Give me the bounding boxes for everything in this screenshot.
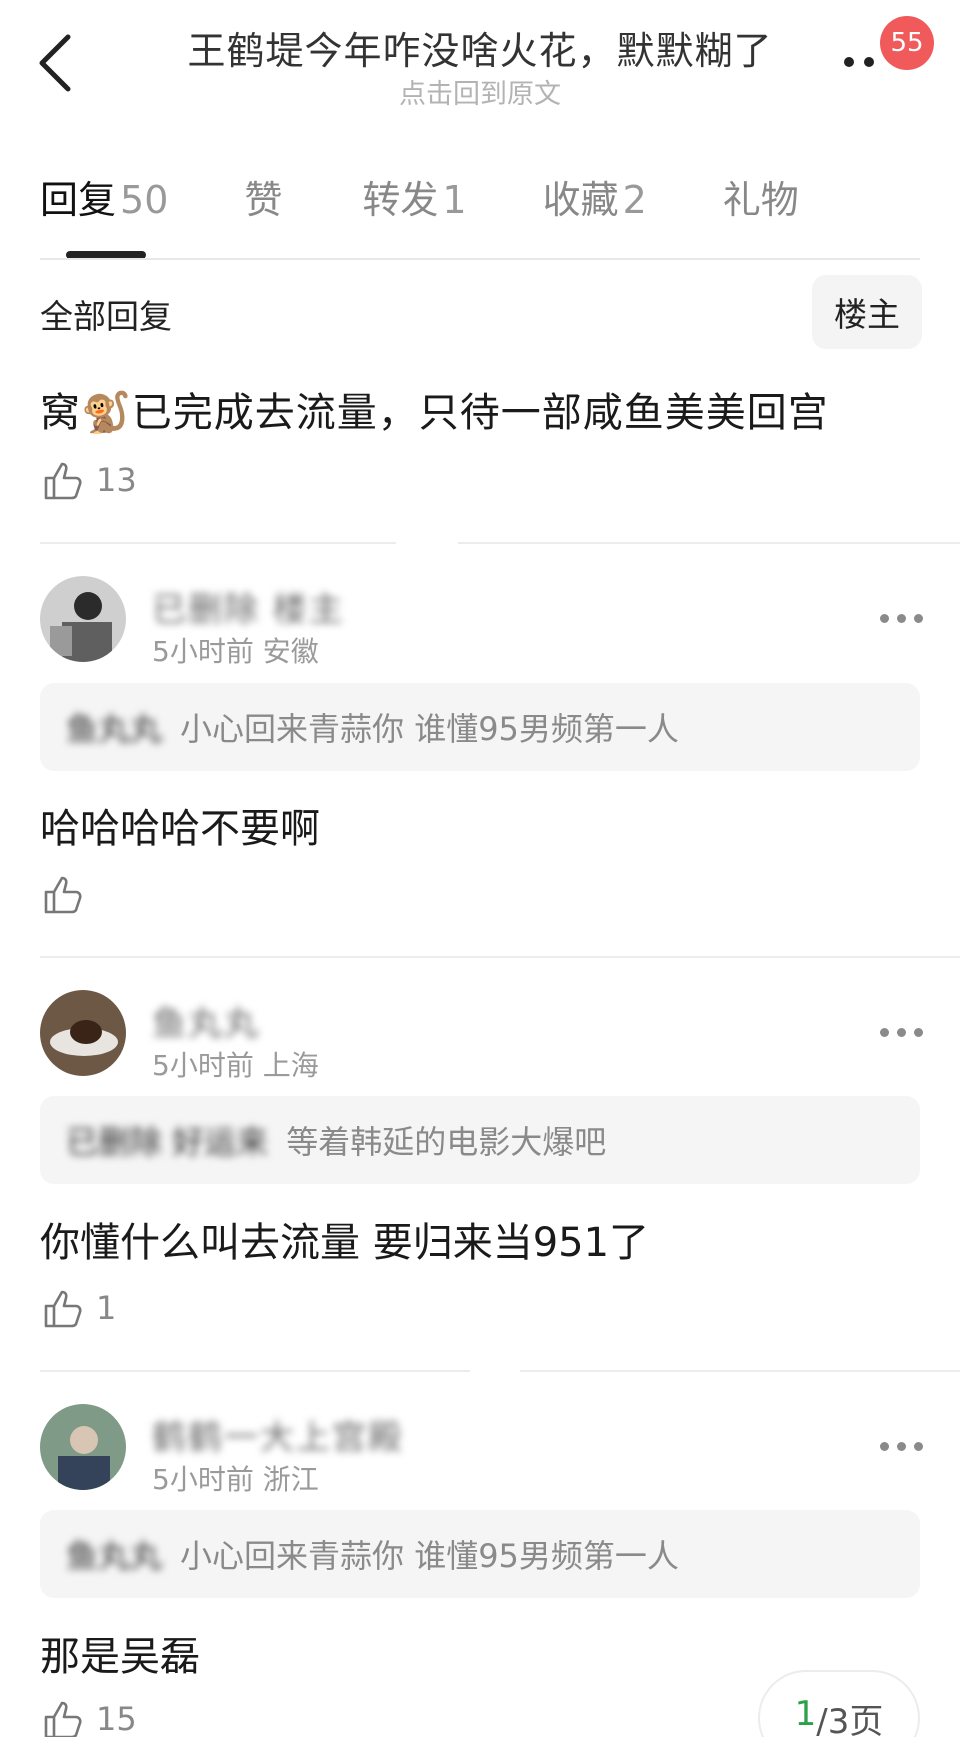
- tab-replies[interactable]: 回复 50: [40, 170, 168, 230]
- like-count: 1: [96, 1289, 117, 1327]
- tab-label: 转发: [362, 178, 439, 222]
- more-dot-icon: [897, 1028, 906, 1037]
- reply-text: 哈哈哈哈不要啊: [40, 806, 320, 852]
- tab-favorites[interactable]: 收藏 2: [543, 170, 647, 230]
- reply-meta: 5小时前 安徽: [152, 635, 319, 668]
- user-name[interactable]: 鱼丸丸: [152, 996, 260, 1044]
- thumbs-up-icon: [44, 1290, 82, 1328]
- more-dot-icon: [880, 614, 889, 623]
- tab-count: 2: [622, 178, 647, 222]
- more-dot-icon: [914, 1028, 923, 1037]
- quote-author: 鱼丸丸: [66, 710, 163, 748]
- reply-meta: 5小时前 上海: [152, 1049, 319, 1082]
- tab-count: 1: [442, 178, 467, 222]
- tab-reposts[interactable]: 转发 1: [362, 170, 466, 230]
- tabs-divider: [40, 258, 920, 260]
- divider: [458, 542, 960, 544]
- divider: [520, 1370, 960, 1372]
- tab-label: 礼物: [722, 178, 799, 222]
- user-name-text: 鹤鹤一大上宫殿: [152, 1418, 404, 1458]
- more-dot-icon: [897, 1442, 906, 1451]
- avatar[interactable]: [40, 1404, 126, 1490]
- more-dot-icon: [880, 1028, 889, 1037]
- all-replies-title: 全部回复: [40, 297, 172, 336]
- quote-author: 已删除 好运来: [66, 1123, 269, 1161]
- thumbs-up-icon: [44, 1701, 82, 1737]
- quote-text: 等着韩延的电影大爆吧: [286, 1123, 607, 1161]
- back-to-original-link[interactable]: 点击回到原文: [120, 72, 840, 111]
- quote-text: 小心回来青蒜你 谁懂95男频第一人: [180, 1537, 679, 1575]
- tab-label: 赞: [244, 178, 283, 222]
- like-button[interactable]: [40, 872, 96, 916]
- reply-more-button[interactable]: [880, 1442, 923, 1451]
- reply-more-button[interactable]: [880, 614, 923, 623]
- more-dot-icon: [914, 1442, 923, 1451]
- tab-count: 50: [120, 178, 169, 222]
- quoted-reply[interactable]: 鱼丸丸 小心回来青蒜你 谁懂95男频第一人: [40, 683, 920, 771]
- post-title[interactable]: 王鹤堤今年咋没啥火花，默默糊了: [120, 20, 840, 75]
- more-dot-icon: [880, 1442, 889, 1451]
- like-count: 15: [96, 1700, 137, 1737]
- user-name[interactable]: 鹤鹤一大上宫殿: [152, 1410, 404, 1458]
- tab-label: 收藏: [542, 178, 619, 222]
- avatar[interactable]: [40, 576, 126, 662]
- back-button[interactable]: [32, 28, 80, 98]
- reply-more-button[interactable]: [880, 1028, 923, 1037]
- user-name-text: 已删除 楼主: [152, 590, 345, 630]
- tab-gifts[interactable]: 礼物: [723, 170, 803, 230]
- tab-label: 回复: [40, 178, 117, 222]
- reply-text: 那是吴磊: [40, 1634, 200, 1680]
- more-dot-icon: [914, 614, 923, 623]
- avatar[interactable]: [40, 990, 126, 1076]
- reply-meta: 5小时前 浙江: [152, 1463, 319, 1496]
- like-button[interactable]: 15: [40, 1697, 137, 1737]
- more-dot-icon: [897, 614, 906, 623]
- more-dot-icon: [844, 57, 854, 67]
- quote-text: 小心回来青蒜你 谁懂95男频第一人: [180, 710, 679, 748]
- quoted-reply[interactable]: 已删除 好运来 等着韩延的电影大爆吧: [40, 1096, 920, 1184]
- reply-page: 王鹤堤今年咋没啥火花，默默糊了 点击回到原文 55 回复 50 赞 转发 1 收藏 2…: [0, 0, 960, 1737]
- tab-bar: 回复 50 赞 转发 1 收藏 2 礼物: [40, 170, 879, 240]
- page-indicator-button[interactable]: 1/3页: [760, 1672, 918, 1737]
- divider: [40, 1370, 470, 1372]
- thumbs-up-icon: [44, 462, 82, 500]
- user-name-text: 鱼丸丸: [152, 1004, 260, 1044]
- like-button[interactable]: 1: [40, 1286, 116, 1330]
- reply-text: 你懂什么叫去流量 要归来当951了: [40, 1220, 650, 1266]
- current-page: 1: [794, 1694, 817, 1734]
- total-pages: /3页: [816, 1702, 884, 1737]
- avatar-image: [40, 576, 126, 662]
- chevron-left-icon: [39, 34, 71, 92]
- like-count: 13: [96, 461, 137, 499]
- avatar-image: [40, 1404, 126, 1490]
- more-options-button[interactable]: [844, 50, 884, 74]
- quoted-reply[interactable]: 鱼丸丸 小心回来青蒜你 谁懂95男频第一人: [40, 1510, 920, 1598]
- divider: [40, 956, 960, 958]
- quote-author: 鱼丸丸: [66, 1537, 163, 1575]
- divider: [40, 542, 396, 544]
- like-button[interactable]: 13: [40, 458, 137, 502]
- tab-likes[interactable]: 赞: [244, 170, 286, 230]
- more-dot-icon: [864, 57, 874, 67]
- avatar-image: [40, 990, 126, 1076]
- user-name[interactable]: 已删除 楼主: [152, 582, 345, 630]
- notification-badge: 55: [880, 16, 934, 70]
- main-comment-text: 窝🐒已完成去流量，只待一部咸鱼美美回宫: [40, 390, 829, 436]
- thumbs-up-icon: [44, 876, 82, 914]
- owner-filter-button[interactable]: 楼主: [812, 275, 922, 349]
